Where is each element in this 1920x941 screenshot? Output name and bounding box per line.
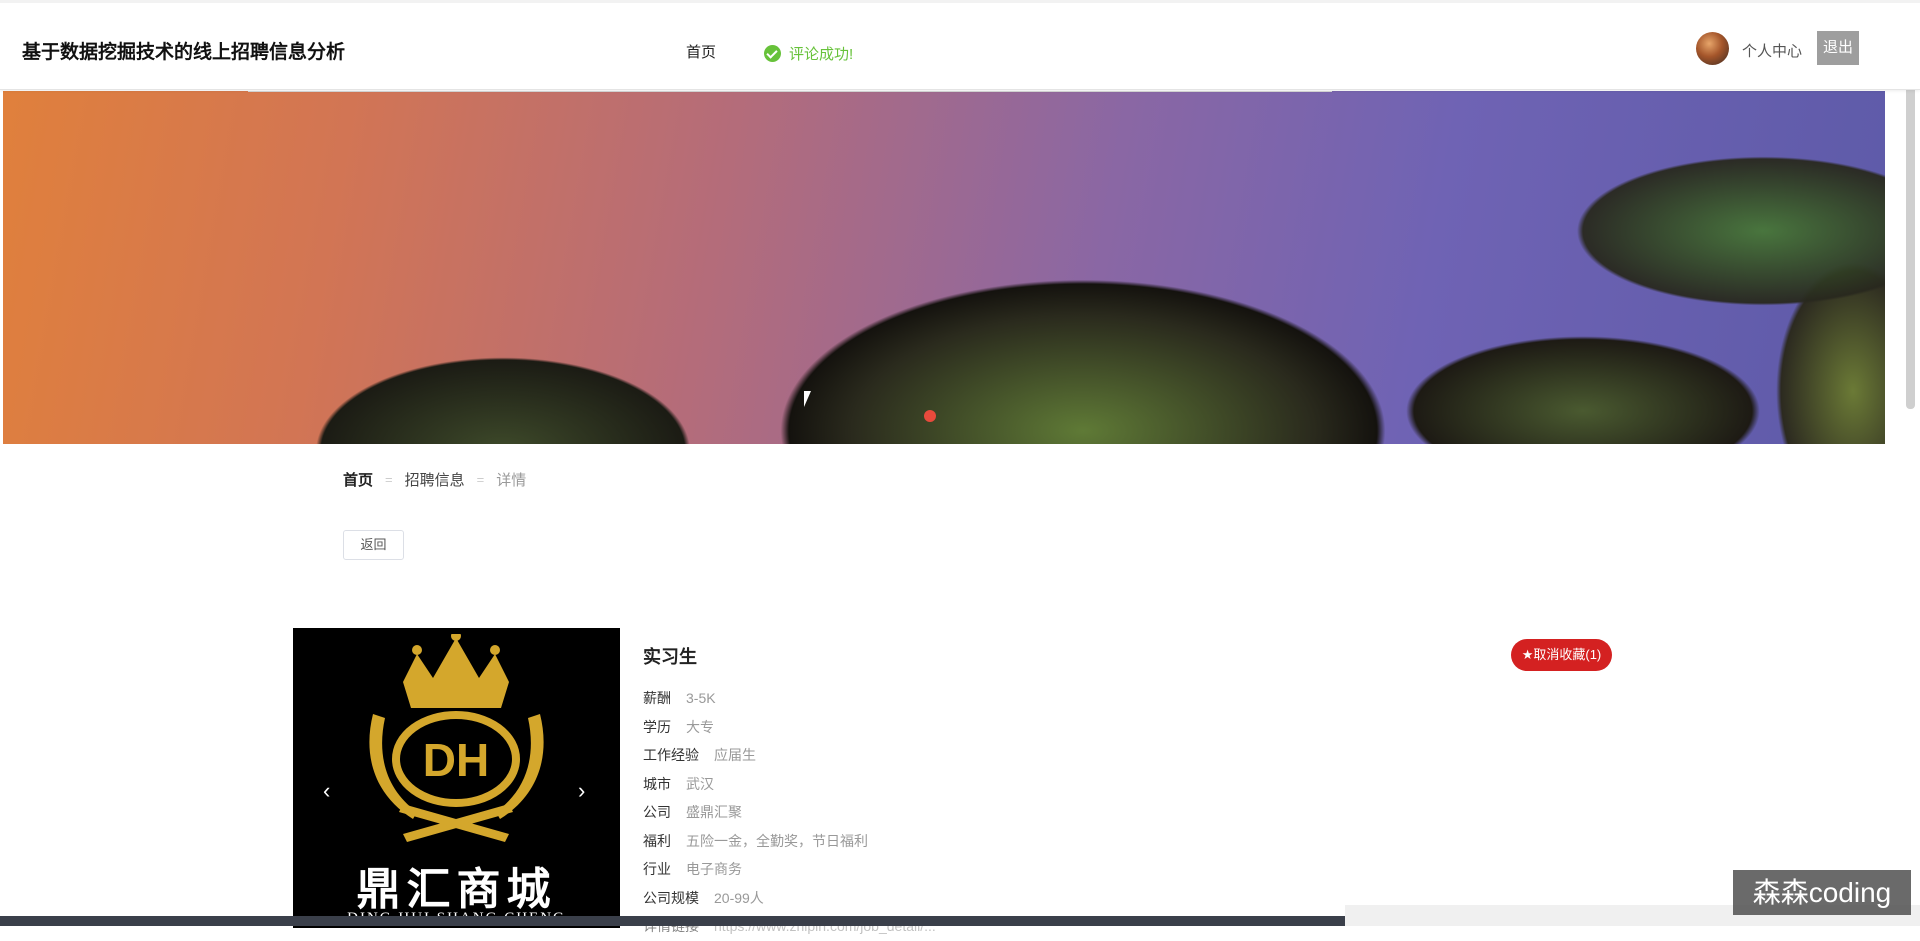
nav-divider <box>248 91 1332 92</box>
company-image-carousel[interactable]: DH 鼎汇商城 DING HUI SHANG CHENG ‹ › <box>293 628 620 928</box>
toast-message: 评论成功! <box>789 46 854 63</box>
job-detail-fields: 薪酬 3-5K 学历 大专 工作经验 应届生 城市 武汉 公司 盛鼎汇聚 福利 五险一金，全… <box>643 684 936 941</box>
breadcrumb-home[interactable]: 首页 <box>343 469 373 490</box>
company-logo: DH <box>369 634 544 842</box>
breadcrumb-recruitment[interactable]: 招聘信息 <box>405 469 465 490</box>
breadcrumb-current: 详情 <box>496 472 527 489</box>
field-salary: 薪酬 3-5K <box>643 690 716 707</box>
job-title: 实习生 <box>643 647 697 667</box>
banner-indicator-dot[interactable] <box>924 410 936 422</box>
top-navbar: 基于数据挖掘技术的线上招聘信息分析 首页 评论成功! 个人中心 退出 <box>0 0 1920 90</box>
page-scrollbar[interactable] <box>1906 73 1915 409</box>
nav-home-link[interactable]: 首页 <box>686 41 716 62</box>
taskbar-strip <box>0 916 1345 926</box>
site-title: 基于数据挖掘技术的线上招聘信息分析 <box>22 42 346 63</box>
field-city: 城市 武汉 <box>643 775 714 792</box>
breadcrumb: 首页 = 招聘信息 = 详情 <box>343 469 526 490</box>
logo-chinese-name: 鼎汇商城 <box>356 865 557 914</box>
banner-carousel[interactable] <box>3 91 1885 444</box>
success-toast: 评论成功! <box>764 43 853 64</box>
field-experience: 工作经验 应届生 <box>643 747 756 764</box>
logo-initials: DH <box>423 734 489 786</box>
watermark: 森森coding <box>1733 870 1911 915</box>
back-button[interactable]: 返回 <box>343 530 404 560</box>
breadcrumb-separator: = <box>385 472 393 487</box>
field-education: 学历 大专 <box>643 718 714 735</box>
field-company-size: 公司规模 20-99人 <box>643 889 764 906</box>
carousel-prev-icon[interactable]: ‹ <box>323 778 330 804</box>
field-benefits: 福利 五险一金，全勤奖，节日福利 <box>643 832 868 849</box>
unfavorite-button[interactable]: ★取消收藏(1) <box>1511 639 1612 671</box>
check-circle-icon <box>764 45 781 62</box>
user-center-link[interactable]: 个人中心 <box>1742 40 1802 61</box>
mouse-cursor-icon <box>804 391 811 407</box>
field-industry: 行业 电子商务 <box>643 861 742 878</box>
avatar[interactable] <box>1696 32 1729 65</box>
breadcrumb-separator: = <box>476 472 485 487</box>
carousel-next-icon[interactable]: › <box>578 778 585 804</box>
logout-button[interactable]: 退出 <box>1817 31 1859 65</box>
field-company: 公司 盛鼎汇聚 <box>643 804 742 821</box>
